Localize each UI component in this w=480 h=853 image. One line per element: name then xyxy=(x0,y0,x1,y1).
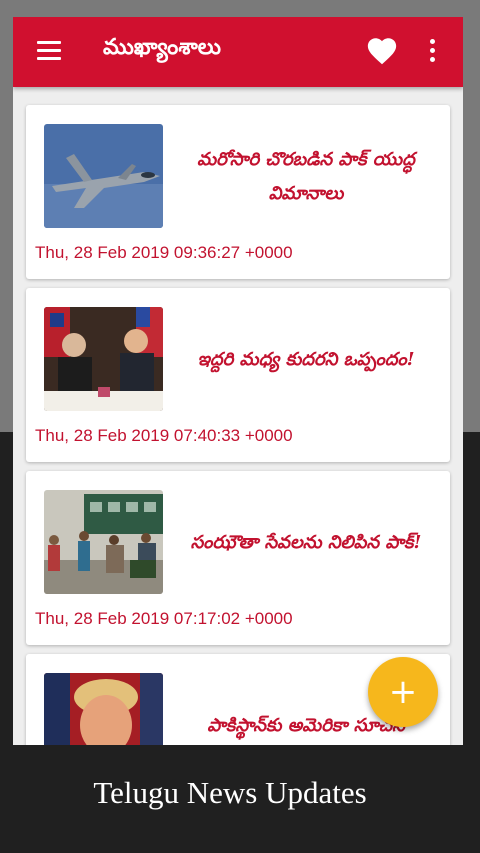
leaders-summit-photo xyxy=(44,307,163,411)
app-bar: ముఖ్యాంశాలు xyxy=(13,17,463,87)
app-title: ముఖ్యాంశాలు xyxy=(103,35,221,60)
headline: మరోసారి చొరబడిన పాక్ యుద్ధ విమానాలు xyxy=(197,149,415,204)
headline: సంఝౌతా సేవలను నిలిపిన పాక్! xyxy=(190,532,422,553)
fighter-jet-photo xyxy=(44,124,163,228)
phone-screen: ముఖ్యాంశాలు మరోసారి చొరబడిన పాక్ యుద్ధ వ… xyxy=(13,17,463,745)
publish-date: Thu, 28 Feb 2019 07:17:02 +0000 xyxy=(35,609,293,628)
publish-date: Thu, 28 Feb 2019 07:40:33 +0000 xyxy=(35,426,293,445)
publish-date: Thu, 28 Feb 2019 09:36:27 +0000 xyxy=(35,243,293,262)
news-card[interactable]: మరోసారి చొరబడిన పాక్ యుద్ధ విమానాలు Thu,… xyxy=(26,105,450,279)
more-vert-icon[interactable] xyxy=(430,39,438,65)
add-icon[interactable]: + xyxy=(368,657,438,727)
headline: ఇద్దరి మధ్య కుదరని ఒప్పందం! xyxy=(197,349,415,370)
hamburger-menu-icon[interactable] xyxy=(37,41,61,61)
politician-portrait-photo xyxy=(44,673,163,745)
news-card[interactable]: ఇద్దరి మధ్య కుదరని ఒప్పందం! Thu, 28 Feb … xyxy=(26,288,450,462)
news-card[interactable]: సంఝౌతా సేవలను నిలిపిన పాక్! Thu, 28 Feb … xyxy=(26,471,450,645)
train-platform-photo xyxy=(44,490,163,594)
heart-icon[interactable] xyxy=(365,34,399,68)
promo-caption: Telugu News Updates xyxy=(93,775,367,810)
